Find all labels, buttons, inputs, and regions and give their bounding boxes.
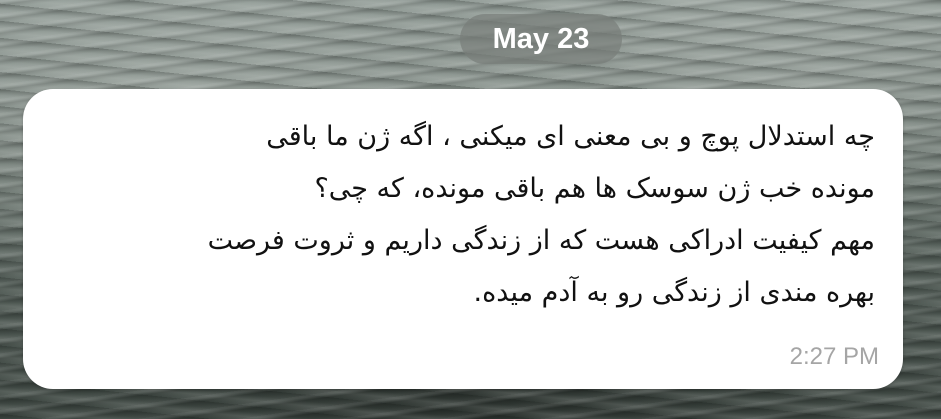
date-separator-label: May 23 xyxy=(492,23,590,55)
message-line: مونده خب ژن سوسک ها هم باقی مونده، که چی… xyxy=(314,173,875,204)
message-line: مهم کیفیت ادراکی هست که از زندگی داریم و… xyxy=(207,225,875,256)
message-line: چه استدلال پوچ و بی معنی ای میکنی ، اگه … xyxy=(266,121,875,152)
message-line: بهره مندی از زندگی رو به آدم میده. xyxy=(473,277,875,308)
message-timestamp: 2:27 PM xyxy=(789,343,879,370)
message-bubble[interactable]: چه استدلال پوچ و بی معنی ای میکنی ، اگه … xyxy=(23,89,903,389)
message-text[interactable]: چه استدلال پوچ و بی معنی ای میکنی ، اگه … xyxy=(75,111,875,319)
chat-screen: { "date_separator": "May 23", "message":… xyxy=(0,0,941,419)
date-separator-pill: May 23 xyxy=(460,14,622,64)
